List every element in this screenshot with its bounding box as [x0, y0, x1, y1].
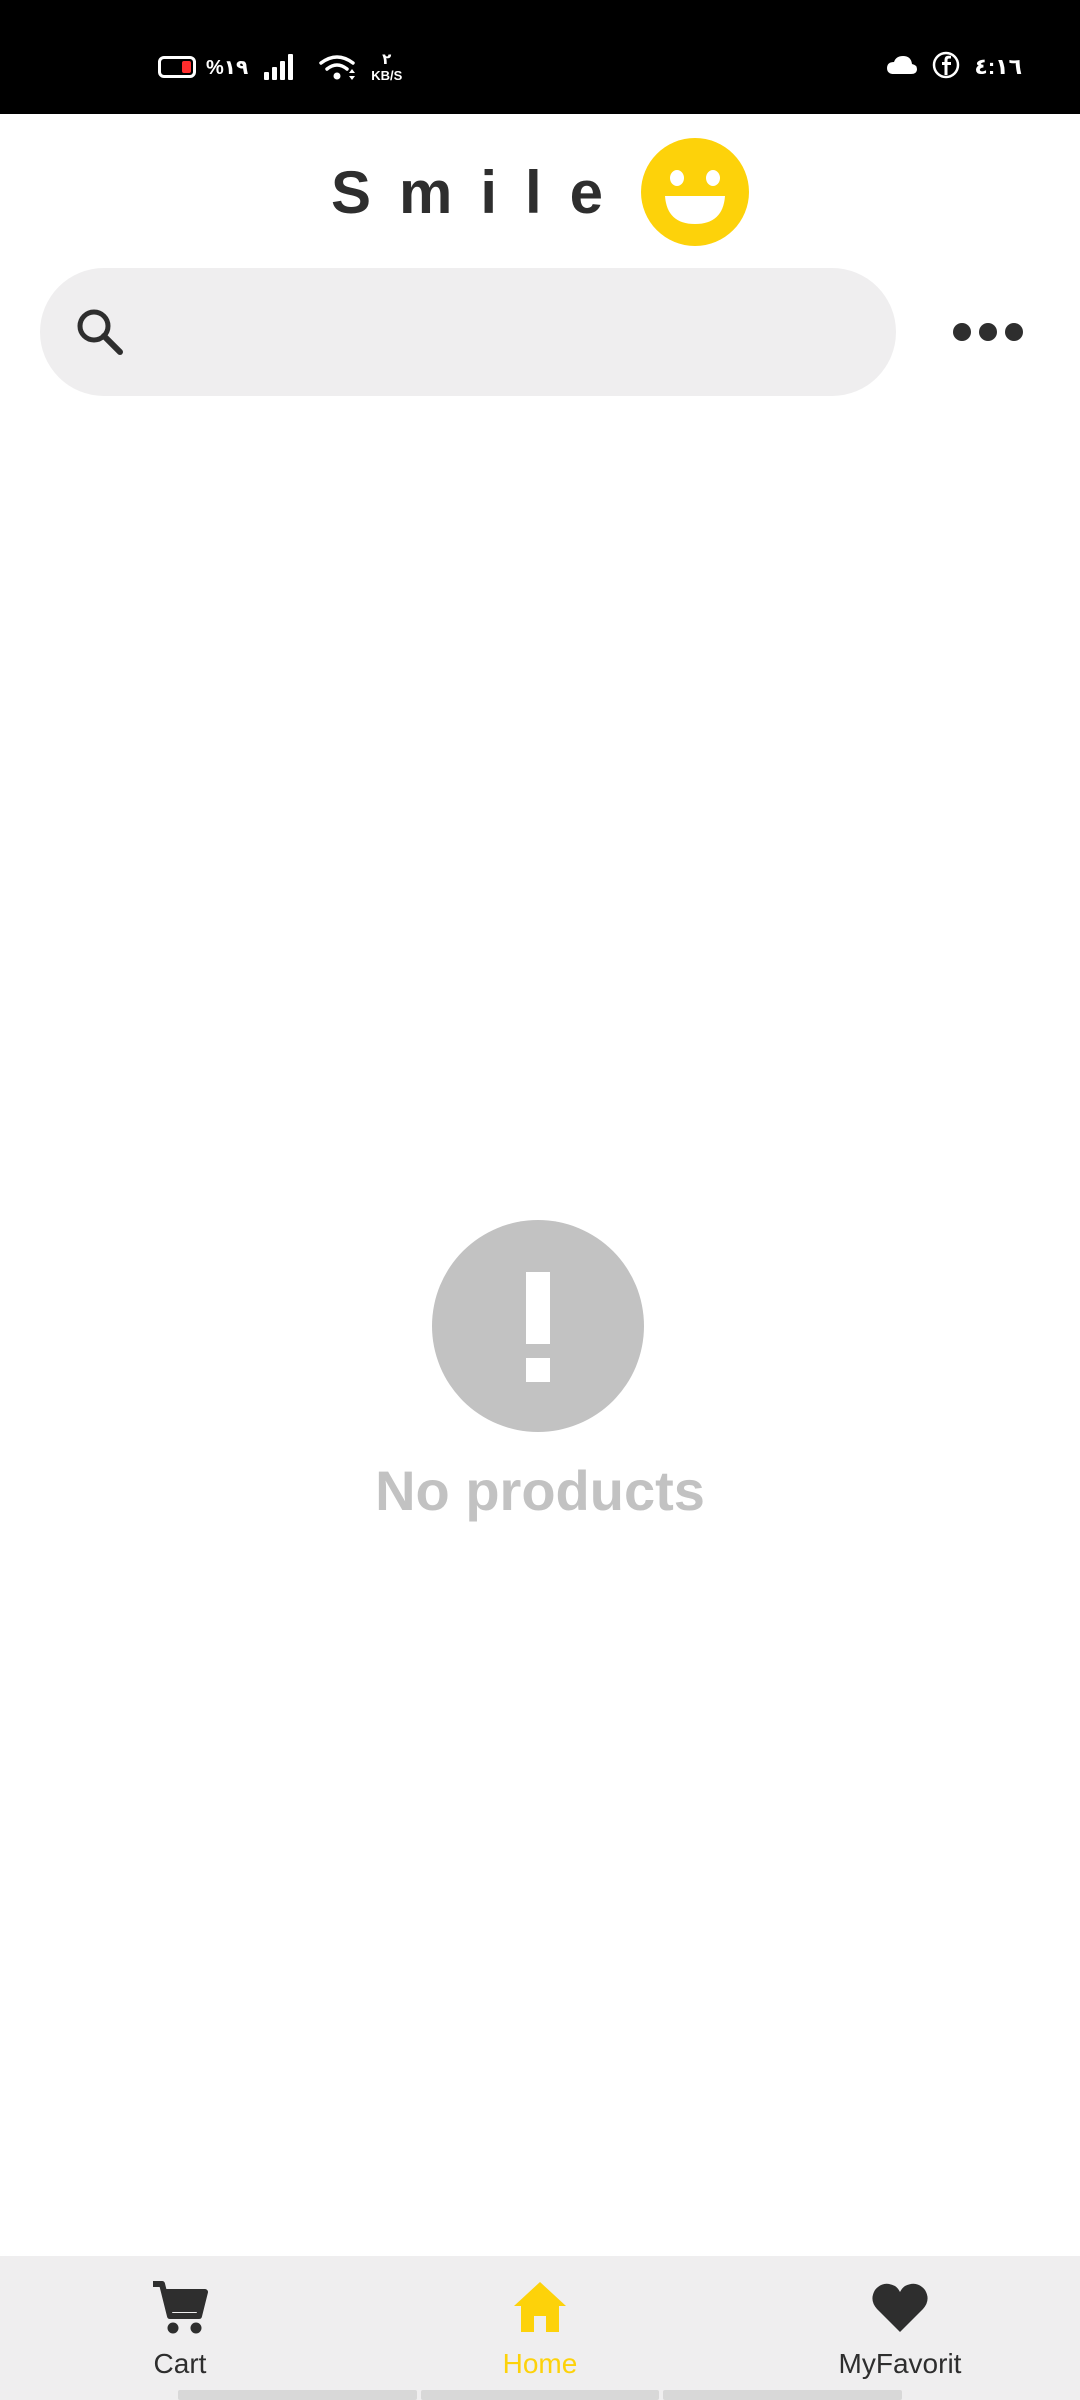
facebook-icon [932, 51, 960, 84]
home-screen: %١٩ ٢ KB/S ٤:١٦ Smile No products Cart H… [0, 0, 1080, 2400]
signal-icon [264, 54, 294, 80]
battery-icon [158, 56, 196, 78]
app-header: Smile [0, 138, 1080, 246]
heart-icon [872, 2283, 928, 2332]
more-options-button[interactable] [940, 296, 1036, 368]
smiley-icon [641, 138, 750, 246]
cart-icon [153, 2281, 208, 2334]
home-icon [514, 2282, 566, 2332]
status-indicators: %١٩ ٢ KB/S [158, 50, 402, 84]
nav-item-cart[interactable]: Cart [0, 2256, 360, 2400]
search-input[interactable] [150, 292, 874, 374]
nav-indicator-bar [178, 2390, 903, 2400]
search-icon[interactable] [72, 304, 128, 360]
nav-label-cart: Cart [153, 2348, 207, 2379]
network-speed-value: ٢ [382, 51, 392, 68]
more-dots-icon [953, 323, 971, 341]
nav-item-myfavorit[interactable]: MyFavorit [720, 2256, 1080, 2400]
brand-title: Smile [330, 158, 632, 226]
nav-label-myfavorit: MyFavorit [838, 2348, 962, 2379]
wifi-icon [317, 53, 357, 81]
battery-percent: %١٩ [206, 56, 249, 79]
nav-label-home: Home [502, 2348, 578, 2379]
status-bar: %١٩ ٢ KB/S ٤:١٦ [0, 0, 1080, 114]
empty-state-message: No products [375, 1459, 705, 1522]
nav-item-home[interactable]: Home [360, 2256, 720, 2400]
status-time: ٤:١٦ [974, 54, 1022, 79]
cloud-icon [886, 54, 918, 81]
exclamation-icon [432, 1220, 644, 1432]
network-speed-unit: KB/S [371, 68, 403, 83]
search-bar[interactable] [40, 268, 896, 396]
status-notifications: ٤:١٦ [886, 50, 1022, 84]
network-speed: ٢ KB/S [371, 52, 402, 82]
bottom-navigation: Cart Home MyFavorit [0, 2256, 1080, 2400]
